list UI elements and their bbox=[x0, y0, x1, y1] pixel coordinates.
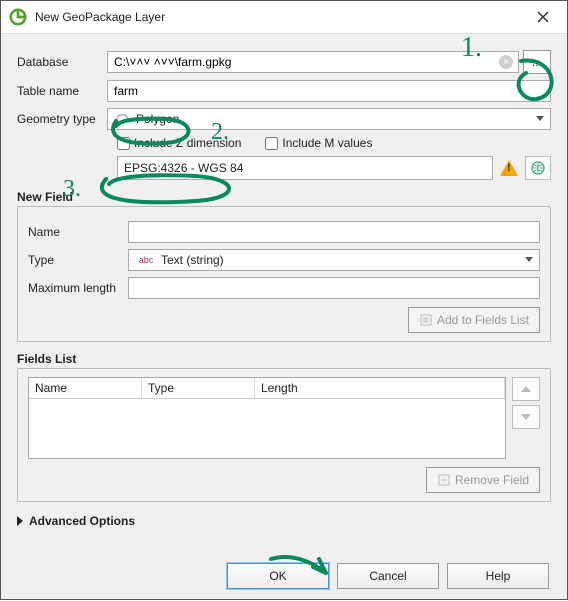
table-name-input[interactable] bbox=[107, 80, 551, 102]
remove-field-button[interactable]: Remove Field bbox=[426, 467, 540, 493]
include-m-label: Include M values bbox=[282, 136, 372, 150]
browse-database-button[interactable]: ... bbox=[523, 50, 551, 74]
col-type-header[interactable]: Type bbox=[142, 378, 255, 398]
text-type-icon: abc bbox=[135, 255, 157, 265]
col-name-header[interactable]: Name bbox=[29, 378, 142, 398]
nf-name-label: Name bbox=[28, 225, 128, 239]
nf-type-combo[interactable]: abc Text (string) bbox=[128, 249, 540, 271]
database-input[interactable] bbox=[107, 51, 519, 73]
add-to-fields-button[interactable]: Add to Fields List bbox=[408, 307, 540, 333]
nf-type-label: Type bbox=[28, 253, 128, 267]
ok-button[interactable]: OK bbox=[227, 563, 329, 589]
window-title: New GeoPackage Layer bbox=[35, 10, 527, 24]
crs-value: EPSG:4326 - WGS 84 bbox=[124, 161, 243, 175]
app-logo-icon bbox=[9, 8, 27, 26]
chevron-down-icon bbox=[536, 116, 544, 121]
geometry-type-label: Geometry type bbox=[17, 112, 107, 126]
include-z-checkbox[interactable]: Include Z dimension bbox=[117, 136, 241, 150]
triangle-down-icon bbox=[521, 414, 531, 420]
caret-right-icon bbox=[17, 516, 23, 526]
add-to-fields-label: Add to Fields List bbox=[437, 313, 529, 327]
crs-combo[interactable]: EPSG:4326 - WGS 84 bbox=[117, 156, 493, 180]
fields-table[interactable]: Name Type Length bbox=[28, 377, 506, 459]
polygon-icon bbox=[114, 113, 130, 125]
include-z-label: Include Z dimension bbox=[134, 136, 241, 150]
window-close-button[interactable] bbox=[527, 5, 559, 29]
crs-warning-icon bbox=[497, 157, 521, 179]
clear-database-icon[interactable]: × bbox=[499, 55, 513, 69]
advanced-label: Advanced Options bbox=[29, 514, 135, 528]
move-field-down-button[interactable] bbox=[512, 405, 540, 429]
chevron-down-icon bbox=[525, 257, 533, 262]
nf-maxlen-label: Maximum length bbox=[28, 281, 128, 295]
advanced-options-toggle[interactable]: Advanced Options bbox=[17, 514, 551, 528]
geometry-type-combo[interactable]: Polygon bbox=[107, 108, 551, 130]
nf-type-value: Text (string) bbox=[161, 253, 224, 267]
crs-select-button[interactable] bbox=[525, 156, 551, 180]
move-field-up-button[interactable] bbox=[512, 377, 540, 401]
new-field-heading: New Field bbox=[17, 190, 551, 204]
database-label: Database bbox=[17, 55, 107, 69]
col-length-header[interactable]: Length bbox=[255, 378, 505, 398]
table-name-label: Table name bbox=[17, 84, 107, 98]
remove-field-label: Remove Field bbox=[455, 473, 529, 487]
nf-name-input[interactable] bbox=[128, 221, 540, 243]
nf-maxlen-input[interactable] bbox=[128, 277, 540, 299]
include-m-checkbox[interactable]: Include M values bbox=[265, 136, 372, 150]
geometry-type-value: Polygon bbox=[136, 112, 179, 126]
triangle-up-icon bbox=[521, 386, 531, 392]
fields-list-heading: Fields List bbox=[17, 352, 551, 366]
help-button[interactable]: Help bbox=[447, 563, 549, 589]
cancel-button[interactable]: Cancel bbox=[337, 563, 439, 589]
